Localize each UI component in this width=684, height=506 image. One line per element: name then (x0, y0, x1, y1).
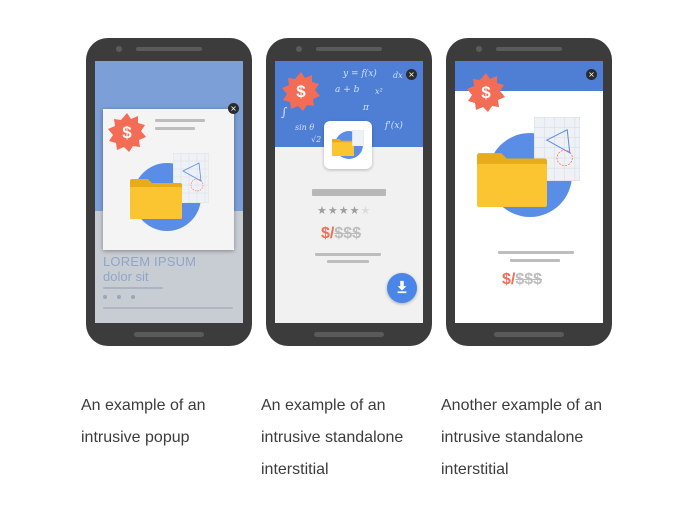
dollar-badge-icon: $ (282, 72, 320, 111)
star-icon: ★ (338, 204, 349, 217)
badge-glyph: $ (481, 83, 491, 102)
background-text-line (103, 307, 233, 309)
caption-line: intrusive popup (81, 429, 190, 446)
star-rating: ★★★★★ (317, 201, 387, 217)
caption-line: intrusive standalone (261, 429, 404, 446)
price-was: $$$ (334, 225, 362, 242)
dollar-badge-icon: $ (467, 73, 505, 112)
folder-icon (130, 179, 182, 219)
caption-line: An example of an (261, 397, 386, 414)
star-icon: ★ (349, 204, 360, 217)
description-line (510, 259, 560, 262)
close-icon[interactable]: × (228, 103, 239, 114)
app-icon (324, 121, 372, 169)
price-now: $/ (502, 271, 516, 288)
caption-standalone-2: Another example of an intrusive standalo… (441, 390, 641, 486)
background-title: LOREM IPSUM (103, 254, 197, 269)
popup-text-line (155, 119, 205, 122)
popup-dialog[interactable]: $ (103, 109, 234, 250)
caption-line: interstitial (441, 461, 509, 478)
folder-icon (477, 153, 547, 207)
price-was: $$$ (515, 271, 543, 288)
download-icon (397, 280, 407, 294)
graph-paper-icon (352, 130, 364, 146)
background-dots (103, 295, 153, 299)
star-icon: ★ (317, 204, 327, 217)
description-line (327, 260, 369, 263)
dollar-badge-icon: $ (108, 113, 146, 152)
price: $/$$$ (502, 271, 542, 289)
description-line (498, 251, 574, 254)
caption-standalone: An example of an intrusive standalone in… (261, 390, 441, 486)
speaker (136, 47, 202, 51)
speaker (316, 47, 382, 51)
home-bar (494, 332, 564, 337)
phone-screen: LOREM IPSUM dolor sit $ × (95, 61, 243, 323)
camera (296, 46, 302, 52)
download-button[interactable] (387, 273, 417, 303)
caption-popup: An example of an intrusive popup (81, 390, 261, 454)
folder-icon (332, 139, 354, 156)
caption-line: intrusive standalone (441, 429, 584, 446)
speaker (496, 47, 562, 51)
caption-line: interstitial (261, 461, 329, 478)
close-icon[interactable]: × (406, 69, 417, 80)
camera (476, 46, 482, 52)
star-icon: ★ (360, 204, 371, 217)
close-icon[interactable]: × (586, 69, 597, 80)
price-now: $/ (321, 225, 335, 242)
home-bar (134, 332, 204, 337)
star-icon: ★ (327, 204, 338, 217)
home-bar (314, 332, 384, 337)
background-subtitle: dolor sit (103, 269, 149, 284)
phone-popup-example: LOREM IPSUM dolor sit $ × (86, 38, 252, 346)
caption-line: Another example of an (441, 397, 602, 414)
caption-line: An example of an (81, 397, 206, 414)
phone-standalone-example-2: $ × $/$$$ (446, 38, 612, 346)
phone-screen: y = f(x) a + b f'(x) ∫ x² sin θ dx π √2 … (275, 61, 423, 323)
popup-text-line (155, 127, 195, 130)
phone-standalone-example: y = f(x) a + b f'(x) ∫ x² sin θ dx π √2 … (266, 38, 432, 346)
phone-screen: $ × $/$$$ (455, 61, 603, 323)
background-text-line (103, 287, 163, 289)
badge-glyph: $ (122, 123, 132, 142)
description-line (315, 253, 381, 256)
price: $/$$$ (321, 225, 361, 243)
app-title-bar (312, 189, 386, 196)
badge-glyph: $ (296, 82, 306, 101)
camera (116, 46, 122, 52)
